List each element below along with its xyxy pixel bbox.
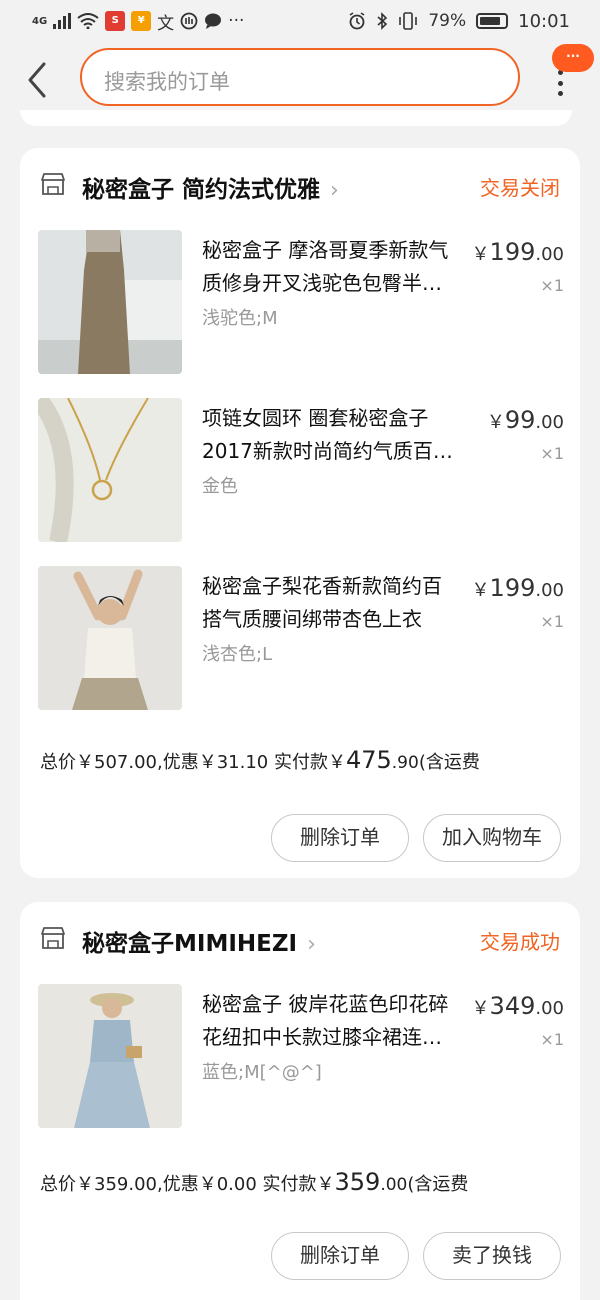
message-badge: ··· — [552, 44, 594, 72]
product-title[interactable]: 秘密盒子 摩洛哥夏季新款气质修身开叉浅驼色包臀半身裙 — [202, 234, 460, 300]
vibrate-icon — [399, 12, 418, 30]
product-price: ￥199.00 — [471, 574, 564, 602]
summary-prefix: 总价￥359.00,优惠￥0.00 实付款 — [40, 1174, 317, 1195]
order-card[interactable]: 秘密盒子 简约法式优雅 › 交易关闭 秘密盒子 摩洛哥夏季新款气质修身开叉浅驼色包… — [20, 148, 580, 878]
price-integer: 349 — [489, 992, 536, 1020]
shop-name[interactable]: 秘密盒子MIMIHEZI › — [82, 924, 316, 958]
product-image[interactable] — [38, 398, 182, 542]
battery-percent: 79% — [428, 11, 467, 31]
previous-order-card — [20, 110, 572, 126]
product-quantity: ×1 — [540, 276, 564, 295]
hand-icon — [180, 12, 198, 30]
product-title[interactable]: 秘密盒子 彼岸花蓝色印花碎花纽扣中长款过膝伞裙连衣裙 — [202, 988, 460, 1054]
product-image[interactable] — [38, 984, 182, 1128]
product-spec: 蓝色;M[^@^] — [202, 1062, 322, 1083]
more-icon — [556, 70, 564, 96]
price-decimal: .00 — [535, 412, 564, 433]
product-quantity: ×1 — [540, 444, 564, 463]
chat-icon — [205, 13, 222, 29]
shop-icon — [41, 927, 65, 949]
search-placeholder: 搜索我的订单 — [104, 70, 230, 94]
sina-app-icon: S — [105, 11, 126, 31]
status-overflow: ··· — [228, 11, 245, 31]
summary-suffix: (含运费 — [418, 752, 480, 773]
shop-name[interactable]: 秘密盒子 简约法式优雅 › — [82, 170, 339, 204]
translate-icon: 文 — [157, 13, 175, 34]
product-spec: 浅驼色;M — [202, 308, 278, 329]
product-quantity: ×1 — [540, 612, 564, 631]
order-status: 交易成功 — [480, 930, 560, 954]
summary-prefix: 总价￥507.00,优惠￥31.10 实付款 — [40, 752, 328, 773]
order-item[interactable]: 秘密盒子 彼岸花蓝色印花碎花纽扣中长款过膝伞裙连衣裙 蓝色;M[^@^] ￥34… — [20, 984, 580, 1134]
shop-name-text: 秘密盒子 简约法式优雅 — [82, 177, 321, 203]
order-item[interactable]: 秘密盒子 摩洛哥夏季新款气质修身开叉浅驼色包臀半身裙 浅驼色;M ￥199.00… — [20, 230, 580, 380]
status-bar: 4G S ¥ 文 ··· 79% 10:01 — [0, 0, 600, 42]
add-to-cart-button[interactable]: 加入购物车 — [423, 814, 561, 862]
product-spec: 金色 — [202, 476, 238, 497]
shop-name-text: 秘密盒子MIMIHEZI — [82, 931, 298, 957]
sell-for-cash-button[interactable]: 卖了换钱 — [423, 1232, 561, 1280]
order-item[interactable]: 项链女圆环 圈套秘密盒子2017新款时尚简约气质百搭锁骨链 金色 ￥99.00 … — [20, 398, 580, 548]
order-item[interactable]: 秘密盒子梨花香新款简约百搭气质腰间绑带杏色上衣 浅杏色;L ￥199.00 ×1 — [20, 566, 580, 716]
product-quantity: ×1 — [540, 1030, 564, 1049]
app-icon: ¥ — [131, 11, 152, 31]
product-image[interactable] — [38, 230, 182, 374]
status-left: 4G S ¥ 文 ··· — [32, 9, 244, 34]
clock: 10:01 — [518, 10, 570, 32]
delete-order-button[interactable]: 删除订单 — [271, 814, 409, 862]
price-decimal: .00 — [535, 580, 564, 601]
order-summary: 总价￥359.00,优惠￥0.00 实付款￥359.00(含运费 — [40, 1168, 468, 1196]
search-input[interactable]: 搜索我的订单 — [80, 48, 520, 106]
battery-icon — [476, 13, 509, 29]
shop-header[interactable]: 秘密盒子MIMIHEZI › 交易成功 — [20, 902, 580, 978]
price-integer: 99 — [504, 406, 536, 434]
order-card[interactable]: 秘密盒子MIMIHEZI › 交易成功 秘密盒子 彼岸花蓝色印花碎花纽扣中长款过膝… — [20, 902, 580, 1300]
product-price: ￥199.00 — [471, 238, 564, 266]
shop-header[interactable]: 秘密盒子 简约法式优雅 › 交易关闭 — [20, 148, 580, 224]
product-spec: 浅杏色;L — [202, 644, 273, 665]
summary-suffix: (含运费 — [407, 1174, 469, 1195]
order-summary: 总价￥507.00,优惠￥31.10 实付款￥475.90(含运费 — [40, 746, 480, 774]
product-image[interactable] — [38, 566, 182, 710]
alarm-icon — [349, 12, 365, 30]
product-title[interactable]: 秘密盒子梨花香新款简约百搭气质腰间绑带杏色上衣 — [202, 570, 460, 636]
paid-integer: 359 — [334, 1168, 381, 1196]
product-price: ￥99.00 — [486, 406, 564, 434]
delete-order-button[interactable]: 删除订单 — [271, 1232, 409, 1280]
bluetooth-icon — [377, 12, 388, 30]
paid-integer: 475 — [345, 746, 392, 774]
network-type: 4G — [32, 15, 48, 27]
price-integer: 199 — [489, 238, 536, 266]
product-title[interactable]: 项链女圆环 圈套秘密盒子2017新款时尚简约气质百搭锁骨链 — [202, 402, 460, 468]
shop-icon — [41, 173, 65, 195]
paid-currency: ￥ — [327, 752, 346, 773]
paid-decimal: .90 — [391, 753, 419, 773]
paid-currency: ￥ — [316, 1174, 335, 1195]
product-price: ￥349.00 — [471, 992, 564, 1020]
price-integer: 199 — [489, 574, 536, 602]
more-button[interactable]: ··· — [540, 42, 600, 112]
chevron-right-icon: › — [307, 932, 316, 957]
order-status: 交易关闭 — [480, 176, 560, 200]
top-header: 搜索我的订单 ··· — [0, 42, 600, 118]
price-decimal: .00 — [535, 244, 564, 265]
status-right: 79% 10:01 — [348, 11, 570, 32]
paid-decimal: .00 — [380, 1175, 408, 1195]
chevron-right-icon: › — [330, 178, 339, 203]
signal-icon — [53, 13, 72, 29]
price-decimal: .00 — [535, 998, 564, 1019]
wifi-icon — [77, 13, 99, 29]
back-arrow-icon[interactable] — [24, 60, 54, 100]
